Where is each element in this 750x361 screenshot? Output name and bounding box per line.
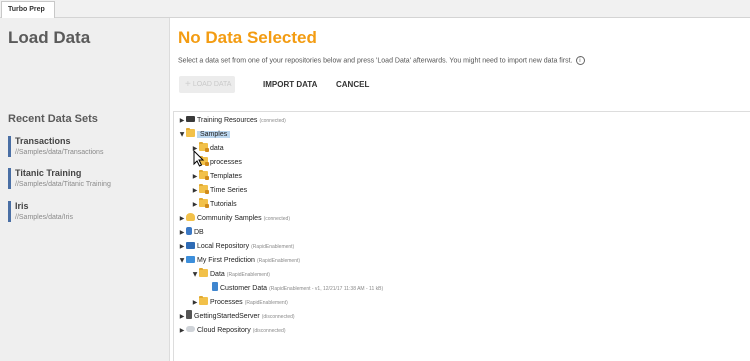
load-data-label: LOAD DATA (192, 81, 232, 88)
recent-item-path: //Samples/data/Iris (15, 214, 73, 221)
info-icon[interactable]: i (575, 56, 585, 65)
tree-item-processes-folder[interactable]: ▶ Processes (RapidEnablement) (191, 296, 288, 309)
recent-item-iris[interactable]: Iris //Samples/data/Iris (8, 201, 166, 222)
tree-item-status: (disconnected) (252, 328, 286, 334)
expand-arrow-icon[interactable]: ▶ (178, 114, 186, 127)
tree-item-label: processes (210, 159, 242, 166)
tree-item-status: (disconnected) (261, 314, 295, 320)
tree-item-label: My First Prediction (197, 257, 255, 264)
locked-folder-icon (199, 184, 209, 194)
recent-item-name: Titanic Training (15, 168, 82, 178)
tree-item-label: Cloud Repository (197, 327, 251, 334)
load-data-button[interactable]: + LOAD DATA (179, 76, 235, 93)
expand-arrow-icon[interactable]: ▶ (178, 226, 186, 239)
training-resources-icon (186, 116, 195, 122)
tree-item-status: (connected) (263, 216, 290, 222)
plus-icon: + (185, 79, 191, 90)
mouse-cursor-icon (193, 150, 205, 167)
locked-folder-icon (199, 198, 209, 208)
recent-item-titanic-training[interactable]: Titanic Training //Samples/data/Titanic … (8, 168, 166, 189)
sidebar-title: Load Data (8, 28, 91, 47)
tree-item-label: Local Repository (197, 243, 250, 250)
expand-arrow-icon[interactable]: ▶ (178, 240, 186, 253)
tree-item-training-resources[interactable]: ▶ Training Resources (connected) (178, 114, 286, 127)
tree-item-my-first-prediction[interactable]: ▼ My First Prediction (RapidEnablement) (178, 254, 300, 267)
tree-item-local-repository[interactable]: ▶ Local Repository (RapidEnablement) (178, 240, 294, 253)
sidebar: Load Data Recent Data Sets Transactions … (0, 18, 170, 361)
recent-item-path: //Samples/data/Titanic Training (15, 181, 111, 188)
tab-turbo-prep[interactable]: Turbo Prep (1, 1, 55, 19)
tree-item-label: Community Samples (197, 215, 262, 222)
instructions-label: Select a data set from one of your repos… (178, 57, 573, 65)
recent-data-sets-heading: Recent Data Sets (8, 113, 98, 125)
expand-arrow-icon[interactable]: ▶ (178, 310, 186, 323)
folder-icon (186, 128, 195, 137)
tree-item-label: Time Series (210, 187, 248, 194)
cloud-icon (186, 326, 195, 332)
repository-icon (186, 256, 195, 263)
expand-arrow-icon[interactable]: ▶ (191, 296, 199, 309)
import-data-button[interactable]: IMPORT DATA (263, 76, 317, 93)
recent-item-path: //Samples/data/Transactions (15, 149, 104, 156)
tree-item-label: Data (210, 271, 225, 278)
folder-icon (199, 268, 208, 277)
tree-item-data-folder[interactable]: ▼ Data (RapidEnablement) (191, 268, 270, 281)
tree-item-label: Training Resources (197, 117, 258, 124)
expand-arrow-icon[interactable]: ▶ (191, 184, 199, 197)
expand-arrow-icon[interactable]: ▶ (191, 198, 199, 211)
database-icon (186, 227, 192, 235)
locked-folder-icon (199, 170, 209, 180)
tree-item-status: (RapidEnablement) (226, 272, 270, 278)
tree-item-customer-data[interactable]: Customer Data (RapidEnablement - v1, 12/2… (204, 282, 383, 295)
folder-icon (199, 296, 208, 305)
tree-item-label: GettingStartedServer (194, 313, 260, 320)
tree-item-cloud-repository[interactable]: ▶ Cloud Repository (disconnected) (178, 324, 286, 337)
community-icon (186, 213, 195, 221)
tree-item-db[interactable]: ▶ DB (178, 226, 204, 239)
expand-arrow-icon[interactable]: ▶ (191, 170, 199, 183)
tree-item-status: (RapidEnablement) (256, 258, 301, 264)
tree-item-label: Processes (210, 299, 243, 306)
tree-item-community-samples[interactable]: ▶ Community Samples (connected) (178, 212, 290, 225)
tree-item-status: (connected) (259, 118, 286, 124)
data-file-icon (212, 282, 218, 291)
expand-arrow-icon[interactable]: ▶ (178, 324, 186, 337)
tree-item-status: (RapidEnablement) (244, 300, 288, 306)
tree-item-samples[interactable]: ▼ Samples (178, 128, 231, 141)
tree-item-time-series[interactable]: ▶ Time Series (191, 184, 247, 197)
tree-item-tutorials[interactable]: ▶ Tutorials (191, 198, 237, 211)
tree-item-getting-started-server[interactable]: ▶ GettingStartedServer (disconnected) (178, 310, 295, 323)
repository-tree: ▶ Training Resources (connected) ▼ Samples … (173, 111, 750, 361)
expand-arrow-icon[interactable]: ▶ (178, 212, 186, 225)
instructions-text: Select a data set from one of your repos… (178, 56, 585, 65)
recent-item-transactions[interactable]: Transactions //Samples/data/Transactions (8, 136, 166, 157)
recent-item-name: Iris (15, 201, 29, 211)
tree-item-label: Templates (210, 173, 242, 180)
main-panel: No Data Selected Select a data set from … (170, 18, 750, 361)
collapse-arrow-icon[interactable]: ▼ (191, 268, 199, 281)
recent-item-name: Transactions (15, 136, 71, 146)
tab-strip: Turbo Prep (0, 0, 750, 19)
local-repository-icon (186, 242, 195, 249)
cancel-button[interactable]: CANCEL (336, 76, 369, 93)
tree-item-label: data (210, 145, 224, 152)
page-title: No Data Selected (178, 28, 317, 47)
tree-item-label: Customer Data (220, 285, 268, 292)
tree-item-status: (RapidEnablement - v1, 12/21/17 11:38 AM… (269, 286, 384, 292)
tree-item-templates[interactable]: ▶ Templates (191, 170, 242, 183)
tree-item-label: DB (194, 229, 204, 236)
collapse-arrow-icon[interactable]: ▼ (178, 254, 186, 267)
tree-item-label: Tutorials (210, 201, 237, 208)
tree-item-status: (RapidEnablement) (251, 244, 295, 250)
server-icon (186, 310, 192, 319)
tree-item-label: Samples (197, 131, 231, 138)
collapse-arrow-icon[interactable]: ▼ (178, 128, 186, 141)
